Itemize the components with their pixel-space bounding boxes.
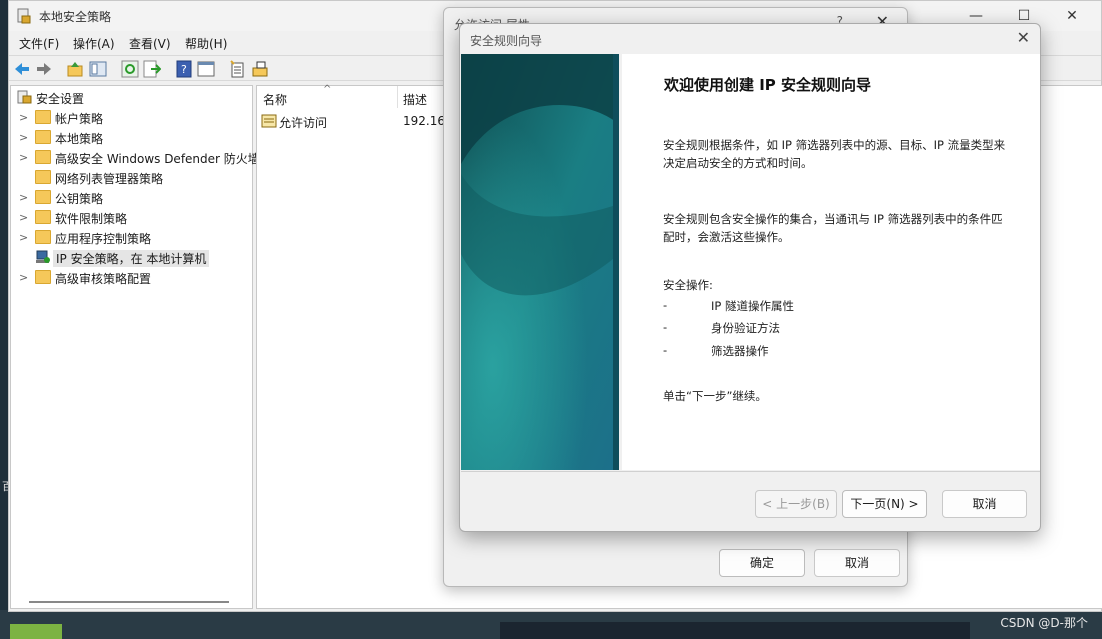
security-rule-wizard: 安全规则向导 ✕ 欢迎使用创建 IP 安全规则向导 安全规则根据条件，如 IP … [459,23,1041,532]
wizard-ops-title: 安全操作: [663,278,713,292]
wizard-content-panel: 欢迎使用创建 IP 安全规则向导 安全规则根据条件，如 IP 筛选器列表中的源、… [622,54,1040,470]
wizard-banner-image [461,54,619,470]
close-button[interactable]: ✕ [1049,1,1095,31]
expand-chevron-icon[interactable]: > [19,131,28,144]
op-auth-method: 身份验证方法 [711,321,780,335]
folder-icon [35,210,51,224]
tree-item-firewall[interactable]: > 高级安全 Windows Defender 防火墙 [11,148,260,168]
wizard-next-button[interactable]: 下一页(N) > [842,490,927,518]
folder-icon [35,150,51,164]
menu-file[interactable]: 文件(F) [19,35,59,52]
folder-icon [35,270,51,284]
tree-item-account-policy[interactable]: > 帐户策略 [11,108,251,128]
tree-item-public-key[interactable]: > 公钥策略 [11,188,251,208]
watermark-text: CSDN @D-那个 [1000,616,1088,630]
menu-action[interactable]: 操作(A) [73,35,115,52]
wizard-footer-instruction: 单击“下一步”继续。 [663,389,767,403]
security-settings-icon [17,90,32,104]
tree-item-local-policy[interactable]: > 本地策略 [11,128,251,148]
wizard-paragraph-actions: 安全规则包含安全操作的集合，当通讯与 IP 筛选器列表中的条件匹配时，会激活这些… [663,212,1003,244]
horizontal-scrollbar[interactable] [29,601,229,603]
ok-button[interactable]: 确定 [719,549,805,577]
folder-lock-icon [35,110,51,124]
desktop-wallpaper-fragment [500,622,970,639]
security-policy-app-icon [17,8,31,24]
wizard-cancel-button[interactable]: 取消 [942,490,1027,518]
expand-chevron-icon[interactable]: > [19,151,28,164]
tree-item-security-settings[interactable]: 安全设置 [11,88,251,108]
refresh-icon[interactable] [121,60,139,78]
wizard-title: 安全规则向导 [470,34,543,48]
new-document-icon[interactable] [229,60,247,78]
list-bullet: - [663,298,668,312]
tree-item-app-control[interactable]: > 应用程序控制策略 [11,228,251,248]
column-divider[interactable] [397,86,398,108]
wizard-divider [461,471,1040,472]
desktop-icon-tile [10,624,62,639]
ip-security-computer-icon [36,250,50,263]
console-tree: 安全设置 > 帐户策略 > 本地策略 > 高级安全 Windows Defend… [10,85,260,609]
expand-chevron-icon[interactable]: > [19,111,28,124]
forward-arrow-icon[interactable] [35,60,53,78]
menu-help[interactable]: 帮助(H) [185,35,227,52]
tree-item-ip-security[interactable]: IP 安全策略，在 本地计算机 [11,248,251,268]
back-arrow-icon[interactable] [13,60,31,78]
expand-chevron-icon[interactable]: > [19,191,28,204]
sort-ascending-icon: ^ [323,84,332,95]
wizard-paragraph-conditions: 安全规则根据条件，如 IP 筛选器列表中的源、目标、IP 流量类型来决定启动安全… [663,138,1006,170]
expand-chevron-icon[interactable]: > [19,211,28,224]
window-title: 本地安全策略 [39,10,112,24]
expand-chevron-icon[interactable]: > [19,271,28,284]
help-icon[interactable]: ? [175,60,193,78]
column-header-description[interactable]: 描述 [403,91,427,108]
up-folder-icon[interactable] [66,60,84,78]
export-list-icon[interactable] [143,60,161,78]
list-bullet: - [663,343,668,357]
properties-cancel-button[interactable]: 取消 [814,549,900,577]
folder-icon [35,190,51,204]
ip-rule-icon [261,114,277,128]
folder-lock-icon [35,130,51,144]
add-filter-icon[interactable] [251,60,269,78]
tree-item-network-list[interactable]: 网络列表管理器策略 [11,168,251,188]
wizard-heading: 欢迎使用创建 IP 安全规则向导 [664,76,872,94]
show-hide-tree-icon[interactable] [89,60,107,78]
folder-icon [35,170,51,184]
list-bullet: - [663,320,668,334]
expand-chevron-icon[interactable]: > [19,231,28,244]
op-filter-action: 筛选器操作 [711,344,769,358]
wizard-close-button[interactable]: ✕ [1017,28,1030,47]
svg-text:?: ? [181,63,187,76]
tree-item-software-restriction[interactable]: > 软件限制策略 [11,208,251,228]
op-ip-tunnel: IP 隧道操作属性 [711,299,794,313]
column-header-name[interactable]: 名称 [263,91,287,108]
properties-pane-icon[interactable] [197,60,215,78]
tree-item-advanced-audit[interactable]: > 高级审核策略配置 [11,268,251,288]
row-name-allow-access[interactable]: 允许访问 [279,114,327,131]
menu-view[interactable]: 查看(V) [129,35,171,52]
folder-icon [35,230,51,244]
wizard-back-button[interactable]: < 上一步(B) [755,490,837,518]
